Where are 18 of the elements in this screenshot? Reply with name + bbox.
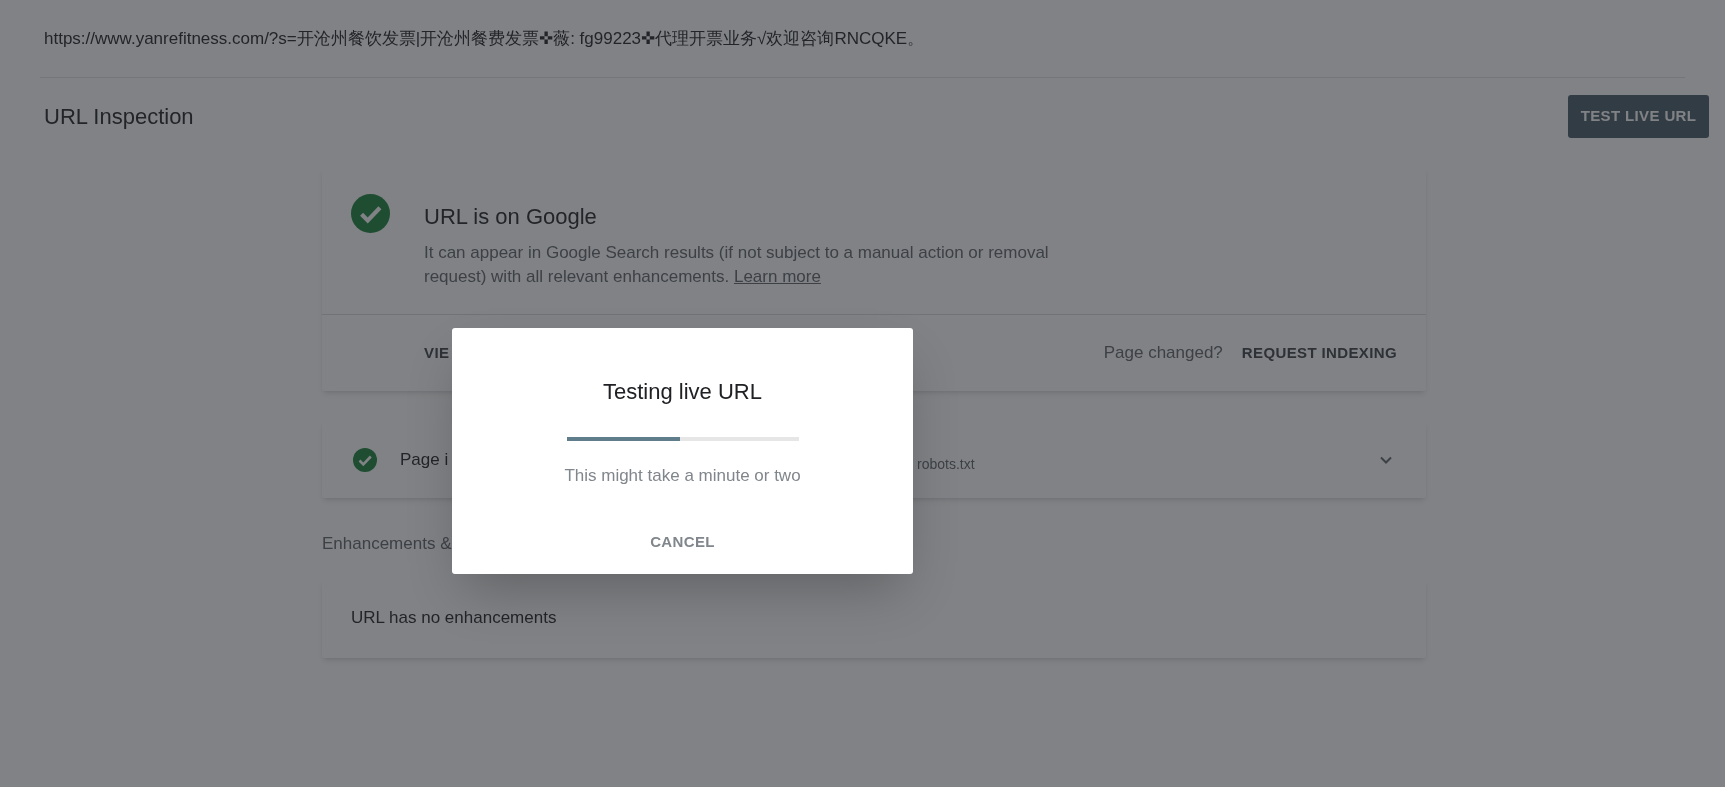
indexing-label: Page i — [400, 448, 450, 471]
status-title: URL is on Google — [424, 203, 598, 231]
check-circle-icon — [351, 194, 390, 233]
test-live-url-button[interactable]: TEST LIVE URL — [1568, 95, 1709, 138]
section-heading: Enhancements & — [322, 533, 452, 555]
enhancements-message: URL has no enhancements — [351, 607, 557, 630]
indexing-detail: robots.txt — [917, 455, 975, 474]
dialog-message: This might take a minute or two — [564, 465, 801, 487]
request-indexing-button[interactable]: REQUEST INDEXING — [1241, 341, 1397, 365]
cancel-button[interactable]: CANCEL — [642, 526, 723, 557]
status-description: It can appear in Google Search results (if not subject to a manual action or removal request) with all relevant enhancements. Learn more — [424, 242, 1050, 288]
learn-more-link[interactable]: Learn more — [733, 267, 821, 286]
page-title: URL Inspection — [44, 103, 194, 131]
url-text: https://www.yanrefitness.com/?s=开沧州餐饮发票|开沧州餐费发票✜薇: fg99223✜代理开票业务√欢迎咨询RNCQKE。 — [44, 27, 925, 50]
check-circle-icon — [353, 447, 377, 472]
dialog-title: Testing live URL — [603, 378, 762, 406]
view-button[interactable]: VIE — [424, 341, 450, 365]
page-changed-text: Page changed? — [1103, 342, 1223, 365]
